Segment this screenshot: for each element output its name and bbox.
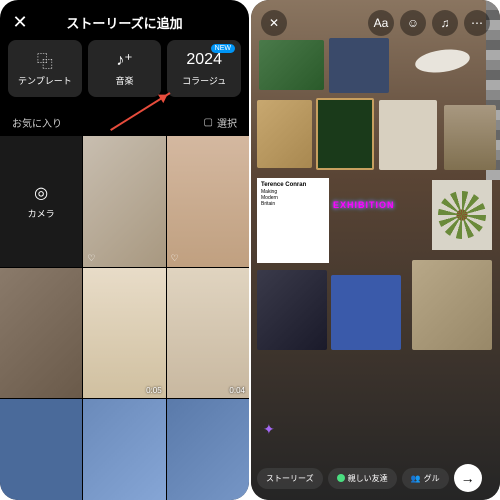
close-icon[interactable]: ✕ (10, 12, 30, 32)
story-button[interactable]: ストーリーズ (257, 468, 323, 489)
sparkle-icon[interactable]: ✦ (263, 421, 275, 438)
collage-tile (444, 105, 496, 170)
section-label[interactable]: お気に入り (12, 115, 62, 130)
more-icon[interactable]: ⋯ (464, 10, 490, 36)
info-card: Terence Conran Making Modern Britain (257, 178, 329, 263)
send-button[interactable]: → (454, 464, 482, 492)
template-option[interactable]: ⿻ テンプレート (8, 40, 82, 97)
heart-icon: ♡ (171, 253, 179, 264)
select-button[interactable]: ▢ 選択 (204, 115, 237, 130)
media-item[interactable] (0, 399, 82, 500)
neon-text: EXHIBITION (333, 200, 395, 210)
year-text: 2024 (171, 50, 237, 70)
group-button[interactable]: 👥グル (402, 468, 449, 489)
media-item[interactable] (0, 268, 82, 399)
media-item[interactable] (83, 399, 165, 500)
plate-image (414, 46, 472, 75)
collage-tile (316, 98, 374, 170)
collage-tile (257, 100, 312, 168)
star-icon (337, 474, 345, 482)
template-icon: ⿻ (12, 50, 78, 70)
flower-tile (432, 180, 492, 250)
media-item[interactable]: 0:05 (83, 268, 165, 399)
media-item[interactable]: 0:04 (167, 268, 249, 399)
close-friends-button[interactable]: 親しい友達 (328, 468, 397, 489)
collage-tile (257, 270, 327, 350)
collage-tile (379, 100, 437, 170)
camera-icon: ◎ (34, 183, 48, 203)
new-badge: NEW (211, 44, 235, 53)
camera-button[interactable]: ◎ カメラ (0, 136, 82, 267)
collage-tile (259, 40, 324, 90)
text-button[interactable]: Aa (368, 10, 394, 36)
back-icon[interactable]: ✕ (261, 10, 287, 36)
collage-tile (412, 260, 492, 350)
collage-option[interactable]: NEW 2024 コラージュ (167, 40, 241, 97)
collage-canvas[interactable]: Terence Conran Making Modern Britain EXH… (251, 0, 500, 500)
collage-tile (329, 38, 389, 93)
group-icon: 👥 (411, 474, 421, 483)
media-item[interactable]: ♡ (167, 136, 249, 267)
audio-icon[interactable]: ♫ (432, 10, 458, 36)
collage-tile (331, 275, 401, 350)
page-title: ストーリーズに追加 (38, 13, 211, 32)
select-icon: ▢ (204, 117, 213, 128)
media-item[interactable]: ♡ (83, 136, 165, 267)
media-grid: ◎ カメラ ♡ ♡ 0:05 0:04 (0, 136, 249, 500)
media-item[interactable] (167, 399, 249, 500)
music-option[interactable]: ♪⁺ 音楽 (88, 40, 162, 97)
heart-icon: ♡ (87, 253, 95, 264)
sticker-icon[interactable]: ☺ (400, 10, 426, 36)
music-icon: ♪⁺ (92, 50, 158, 70)
